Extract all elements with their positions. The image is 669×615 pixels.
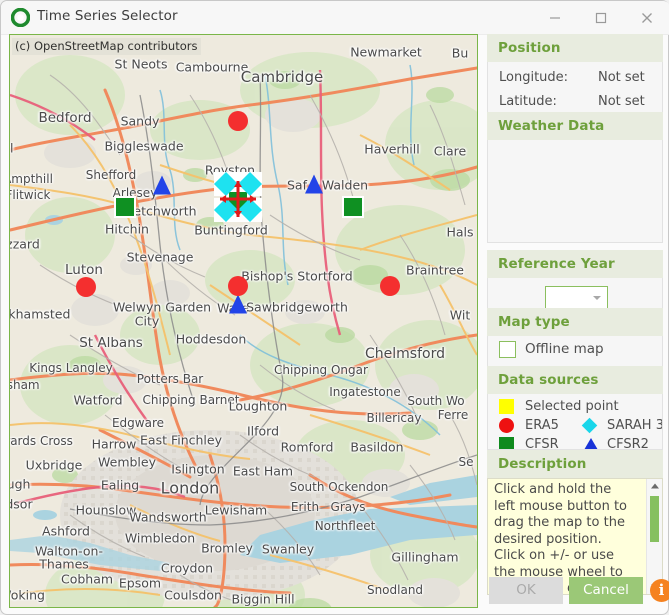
minimize-button[interactable] <box>532 1 578 34</box>
reference-year-select[interactable] <box>545 286 608 309</box>
sarah-swatch-diamond-icon <box>581 417 598 434</box>
legend-label-selected-point: Selected point <box>525 399 619 414</box>
cfsr2-swatch-triangle-icon <box>584 438 598 449</box>
window-title: Time Series Selector <box>37 8 178 24</box>
app-window: Time Series Selector (c) OpenStreetMap c… <box>0 0 669 615</box>
info-button[interactable]: i <box>650 579 669 602</box>
minimize-icon <box>550 16 560 19</box>
selected-point-swatch <box>499 399 514 414</box>
legend-row-cfsr-cfsr2: CFSR CFSR2 <box>488 435 662 450</box>
description-header: Description <box>487 450 663 478</box>
weather-data-body[interactable] <box>487 140 663 243</box>
longitude-label: Longitude: <box>499 70 569 85</box>
data-sources-group: Data sources Selected point ERA5 SARAH 3… <box>487 366 663 450</box>
latitude-value: Not set <box>598 94 645 109</box>
legend-row-selected-point: Selected point <box>488 397 662 416</box>
scrollbar-thumb[interactable] <box>650 496 659 542</box>
close-icon <box>642 12 652 23</box>
close-button[interactable] <box>624 1 669 34</box>
longitude-row: Longitude: Not set <box>488 66 662 90</box>
legend-row-era5-sarah: ERA5 SARAH 3.0 <box>488 416 662 435</box>
reference-year-header: Reference Year <box>487 250 663 278</box>
legend-label-cfsr2: CFSR2 <box>607 437 649 450</box>
cancel-button[interactable]: Cancel <box>569 577 643 604</box>
era5-swatch-circle-icon <box>499 418 514 433</box>
map-type-body: Offline map <box>487 336 663 368</box>
longitude-value: Not set <box>598 70 645 85</box>
data-sources-legend: Selected point ERA5 SARAH 3.0 CFSR CFSR2 <box>487 394 663 450</box>
position-group: Position Longitude: Not set Latitude: No… <box>487 34 663 116</box>
side-panel: Position Longitude: Not set Latitude: No… <box>487 34 669 608</box>
map-marker-era5[interactable] <box>76 277 96 297</box>
dialog-button-bar: OK Cancel i <box>487 574 669 608</box>
map-marker-era5[interactable] <box>380 276 400 296</box>
map-view[interactable]: (c) OpenStreetMap contributors St Neots C… <box>9 34 478 608</box>
title-bar: Time Series Selector <box>1 1 669 35</box>
latitude-row: Latitude: Not set <box>488 90 662 114</box>
maximize-button[interactable] <box>578 1 624 34</box>
map-attribution: (c) OpenStreetMap contributors <box>12 38 202 55</box>
latitude-label: Latitude: <box>499 94 557 109</box>
legend-label-era5: ERA5 <box>525 418 559 433</box>
crosshair-icon <box>218 179 258 223</box>
position-header: Position <box>487 34 663 62</box>
scroll-up-arrow-icon[interactable] <box>647 479 662 493</box>
map-marker-era5[interactable] <box>228 111 248 131</box>
position-body: Longitude: Not set Latitude: Not set <box>487 62 663 116</box>
map-type-header: Map type <box>487 308 663 336</box>
legend-label-sarah: SARAH 3.0 <box>607 418 662 433</box>
ok-button[interactable]: OK <box>489 577 563 604</box>
offline-map-label: Offline map <box>525 341 604 357</box>
cfsr-swatch-square-icon <box>499 437 514 449</box>
map-marker-era5[interactable] <box>228 276 248 296</box>
legend-label-cfsr: CFSR <box>525 437 559 450</box>
maximize-icon <box>595 12 607 23</box>
weather-data-header: Weather Data <box>487 112 663 140</box>
weather-data-group: Weather Data <box>487 112 663 243</box>
data-sources-header: Data sources <box>487 366 663 394</box>
offline-map-row[interactable]: Offline map <box>488 336 662 366</box>
green-ring-logo-icon <box>10 7 31 28</box>
offline-map-checkbox[interactable] <box>499 341 516 358</box>
map-marker-cfsr[interactable] <box>344 198 362 216</box>
map-marker-cfsr[interactable] <box>116 198 134 216</box>
map-type-group: Map type Offline map <box>487 308 663 368</box>
chevron-down-icon <box>593 296 601 300</box>
